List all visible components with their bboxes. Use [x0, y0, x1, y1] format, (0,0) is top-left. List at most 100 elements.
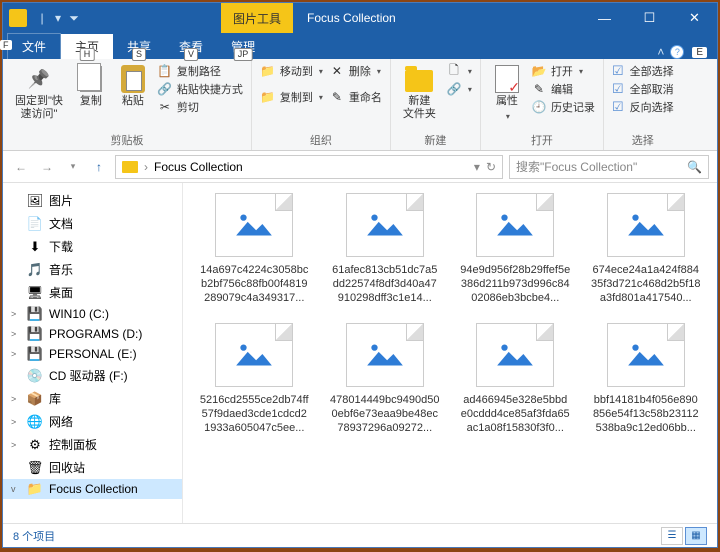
refresh-button[interactable]: ↻ [486, 160, 496, 174]
tab-共享[interactable]: 共享S [113, 34, 165, 59]
address-bar: ← → ▾ ↑ › Focus Collection ▾ ↻ 搜索"Focus … [3, 151, 717, 183]
file-name: bbf14181b4f056e890856e54f13c58b23112538b… [591, 393, 701, 435]
search-icon: 🔍 [687, 160, 702, 174]
tab-查看[interactable]: 查看V [165, 34, 217, 59]
paste-button[interactable]: 粘贴 [115, 63, 151, 110]
back-button[interactable]: ← [11, 157, 31, 177]
close-button[interactable]: ✕ [672, 3, 717, 33]
tab-主页[interactable]: 主页H [61, 34, 113, 59]
recent-button[interactable]: ▾ [63, 157, 83, 177]
tab-管理[interactable]: 管理JP [217, 34, 269, 59]
tree-item[interactable]: 📄文档 [3, 212, 182, 235]
properties-button[interactable]: 属性▾ [489, 63, 525, 125]
icons-view-button[interactable]: ▦ [685, 527, 707, 545]
doc-icon: 📄 [27, 217, 43, 231]
tree-label: 桌面 [49, 284, 73, 301]
forward-button[interactable]: → [37, 157, 57, 177]
file-item[interactable]: 478014449bc9490d500ebf6e73eaa9be48ec7893… [328, 323, 443, 435]
new-group-label: 新建 [399, 132, 472, 148]
desk-icon: 🖥 [27, 286, 43, 300]
delete-button[interactable]: ✕删除▾ [329, 63, 382, 79]
nav-tree[interactable]: 🖼图片📄文档⬇下载🎵音乐 🖥 桌面 >💾WIN10 (C:)>💾PROGRAMS (D… [3, 183, 183, 523]
file-view[interactable]: 14a697c4224c3058bcb2bf756c88fb00f4819289… [183, 183, 717, 523]
qa-dropdown[interactable]: ▾ [51, 11, 65, 25]
file-tab[interactable]: F 文件 [7, 33, 61, 59]
tree-item[interactable]: >💾WIN10 (C:) [3, 304, 182, 324]
dl-icon: ⬇ [27, 240, 43, 254]
file-name: 61afec813cb51dc7a5dd22574f8df3d40a479102… [330, 263, 440, 305]
history-button[interactable]: 🕘历史记录 [531, 99, 595, 115]
tree-item[interactable]: v📁Focus Collection [3, 479, 182, 499]
tree-item[interactable]: 💿CD 驱动器 (F:) [3, 364, 182, 387]
pin-quick-access-button[interactable]: 固定到"快 速访问" [11, 63, 67, 123]
image-icon [607, 193, 685, 257]
address-box[interactable]: › Focus Collection ▾ ↻ [115, 155, 503, 179]
tree-item[interactable]: 🎵音乐 [3, 258, 182, 281]
pic-icon: 🖼 [27, 194, 43, 208]
invert-selection-button[interactable]: 反向选择 [612, 99, 674, 115]
maximize-button[interactable]: ☐ [627, 3, 672, 33]
file-item[interactable]: 5216cd2555ce2db74ff57f9daed3cde1cdcd2193… [197, 323, 312, 435]
item-count: 8 个项目 [13, 528, 55, 544]
tree-item[interactable]: >💾PROGRAMS (D:) [3, 324, 182, 344]
clipboard-group-label: 剪贴板 [11, 132, 243, 148]
tree-item[interactable]: >📦库 [3, 387, 182, 410]
file-name: 478014449bc9490d500ebf6e73eaa9be48ec7893… [330, 393, 440, 435]
tree-item[interactable]: 🖼图片 [3, 189, 182, 212]
file-item[interactable]: 61afec813cb51dc7a5dd22574f8df3d40a479102… [328, 193, 443, 305]
file-item[interactable]: bbf14181b4f056e890856e54f13c58b23112538b… [589, 323, 704, 435]
tree-label: PROGRAMS (D:) [49, 327, 142, 341]
app-icon [9, 9, 27, 27]
open-button[interactable]: 📂打开▾ [531, 63, 595, 79]
easy-access-icon: 🔗 [446, 81, 462, 97]
minimize-button[interactable]: — [582, 3, 627, 33]
select-none-button[interactable]: 全部取消 [612, 81, 674, 97]
properties-icon [495, 65, 519, 93]
image-icon [215, 193, 293, 257]
cut-button[interactable]: ✂剪切 [157, 99, 243, 115]
ribbon-tabs: F 文件 主页H共享S查看V管理JP ˄ ? E [3, 33, 717, 59]
edit-button[interactable]: ✎编辑 [531, 81, 595, 97]
tree-item[interactable]: 🗑回收站 [3, 456, 182, 479]
copy-icon [80, 66, 102, 92]
select-all-button[interactable]: 全部选择 [612, 63, 674, 79]
tree-item[interactable]: >💾PERSONAL (E:) [3, 344, 182, 364]
net-icon: 🌐 [27, 415, 43, 429]
file-item[interactable]: 674ece24a1a424f88435f3d721c468d2b5f18a3f… [589, 193, 704, 305]
tree-item[interactable]: >⚙控制面板 [3, 433, 182, 456]
move-to-button[interactable]: 📁移动到▾ [260, 63, 323, 79]
easy-access-button[interactable]: 🔗▾ [446, 81, 472, 97]
lib-icon: 📦 [27, 392, 43, 406]
tree-item[interactable]: ⬇下载 [3, 235, 182, 258]
contextual-tab[interactable]: 图片工具 [221, 3, 293, 33]
tree-label: 网络 [49, 413, 73, 430]
copy-to-icon: 📁 [260, 89, 276, 105]
move-icon: 📁 [260, 63, 276, 79]
rename-button[interactable]: ✎重命名 [329, 89, 382, 105]
breadcrumb[interactable]: Focus Collection [154, 160, 243, 174]
file-item[interactable]: 14a697c4224c3058bcb2bf756c88fb00f4819289… [197, 193, 312, 305]
new-item-button[interactable]: 🗋▾ [446, 63, 472, 79]
image-icon [215, 323, 293, 387]
pin-icon [25, 65, 53, 93]
copy-to-button[interactable]: 📁复制到▾ [260, 89, 323, 105]
organize-group-label: 组织 [260, 132, 382, 148]
file-item[interactable]: 94e9d956f28b29ffef5e386d211b973d996c8402… [458, 193, 573, 305]
copy-path-button[interactable]: 📋复制路径 [157, 63, 243, 79]
tree-label: 控制面板 [49, 436, 97, 453]
help-icon[interactable]: ? [670, 45, 684, 59]
copy-button[interactable]: 复制 [73, 63, 109, 110]
paste-shortcut-button[interactable]: 🔗粘贴快捷方式 [157, 81, 243, 97]
tree-item[interactable]: 🖥 桌面 [3, 281, 182, 304]
qa-more[interactable]: ⏷ [67, 11, 81, 25]
ribbon-collapse-icon[interactable]: ˄ [657, 45, 664, 59]
up-button[interactable]: ↑ [89, 157, 109, 177]
tree-item[interactable]: >🌐网络 [3, 410, 182, 433]
qa-sep: | [35, 11, 49, 25]
file-item[interactable]: ad466945e328e5bbde0cddd4ce85af3fda65ac1a… [458, 323, 573, 435]
address-dropdown[interactable]: ▾ [474, 160, 480, 174]
details-view-button[interactable]: ☰ [661, 527, 683, 545]
cut-icon: ✂ [157, 99, 173, 115]
new-folder-button[interactable]: 新建 文件夹 [399, 63, 440, 123]
search-input[interactable]: 搜索"Focus Collection" 🔍 [509, 155, 709, 179]
